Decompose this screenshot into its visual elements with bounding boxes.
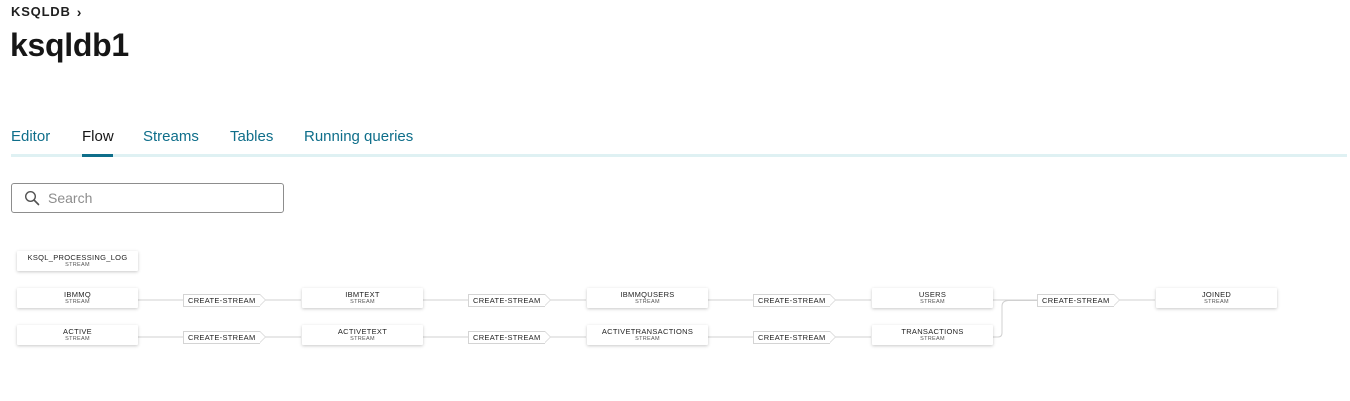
node-type: STREAM: [65, 336, 90, 342]
node-name: ACTIVETEXT: [337, 327, 388, 336]
flow-node-ibmmqusers[interactable]: IBMMQUSERS STREAM: [587, 288, 708, 308]
flow-op-create-stream[interactable]: CREATE-STREAM: [183, 294, 265, 307]
node-name: IBMMQUSERS: [620, 290, 675, 299]
search-box[interactable]: [11, 183, 284, 213]
flow-node-ibmmq[interactable]: IBMMQ STREAM: [17, 288, 138, 308]
node-type: STREAM: [920, 336, 945, 342]
tab-streams[interactable]: Streams: [143, 128, 199, 145]
flow-node-transactions[interactable]: TRANSACTIONS STREAM: [872, 325, 993, 345]
node-name: TRANSACTIONS: [901, 327, 964, 336]
page-title: ksqldb1: [10, 27, 129, 63]
flow-node-users[interactable]: USERS STREAM: [872, 288, 993, 308]
node-name: ACTIVETRANSACTIONS: [601, 327, 694, 336]
active-tab-indicator: [82, 154, 113, 157]
tab-track: [11, 154, 1347, 157]
search-input[interactable]: [46, 189, 270, 207]
chevron-right-icon: ›: [76, 3, 82, 20]
flow-node-ibmtext[interactable]: IBMTEXT STREAM: [302, 288, 423, 308]
tab-bar: Editor Flow Streams Tables Running queri…: [11, 126, 1347, 158]
breadcrumb: KSQLDB ›: [11, 4, 81, 19]
node-type: STREAM: [350, 299, 375, 305]
node-name: USERS: [918, 290, 947, 299]
tab-editor[interactable]: Editor: [11, 128, 50, 145]
flow-op-create-stream[interactable]: CREATE-STREAM: [183, 331, 265, 344]
flow-node-joined[interactable]: JOINED STREAM: [1156, 288, 1277, 308]
flow-node-active[interactable]: ACTIVE STREAM: [17, 325, 138, 345]
node-type: STREAM: [635, 299, 660, 305]
node-type: STREAM: [350, 336, 375, 342]
node-name: ACTIVE: [63, 327, 92, 336]
flow-op-create-stream[interactable]: CREATE-STREAM: [468, 294, 550, 307]
node-type: STREAM: [65, 299, 90, 305]
tab-tables[interactable]: Tables: [230, 128, 273, 145]
breadcrumb-link-ksqldb[interactable]: KSQLDB: [11, 4, 71, 19]
flow-op-create-stream[interactable]: CREATE-STREAM: [753, 294, 835, 307]
flow-node-activetext[interactable]: ACTIVETEXT STREAM: [302, 325, 423, 345]
flow-graph: KSQL_PROCESSING_LOG STREAM IBMMQ STREAM …: [0, 240, 1350, 360]
flow-op-create-stream[interactable]: CREATE-STREAM: [753, 331, 835, 344]
flow-node-ksql-processing-log[interactable]: KSQL_PROCESSING_LOG STREAM: [17, 251, 138, 271]
node-name: IBMMQ: [64, 290, 91, 299]
node-type: STREAM: [920, 299, 945, 305]
flow-op-create-stream[interactable]: CREATE-STREAM: [468, 331, 550, 344]
tab-running-queries[interactable]: Running queries: [304, 128, 413, 145]
tab-flow[interactable]: Flow: [82, 128, 114, 145]
node-name: IBMTEXT: [345, 290, 380, 299]
node-type: STREAM: [65, 262, 90, 268]
node-name: JOINED: [1201, 290, 1232, 299]
search-icon: [24, 190, 40, 206]
node-name: KSQL_PROCESSING_LOG: [27, 253, 128, 262]
flow-op-create-stream[interactable]: CREATE-STREAM: [1037, 294, 1119, 307]
flow-node-activetransactions[interactable]: ACTIVETRANSACTIONS STREAM: [587, 325, 708, 345]
node-type: STREAM: [635, 336, 660, 342]
node-type: STREAM: [1204, 299, 1229, 305]
